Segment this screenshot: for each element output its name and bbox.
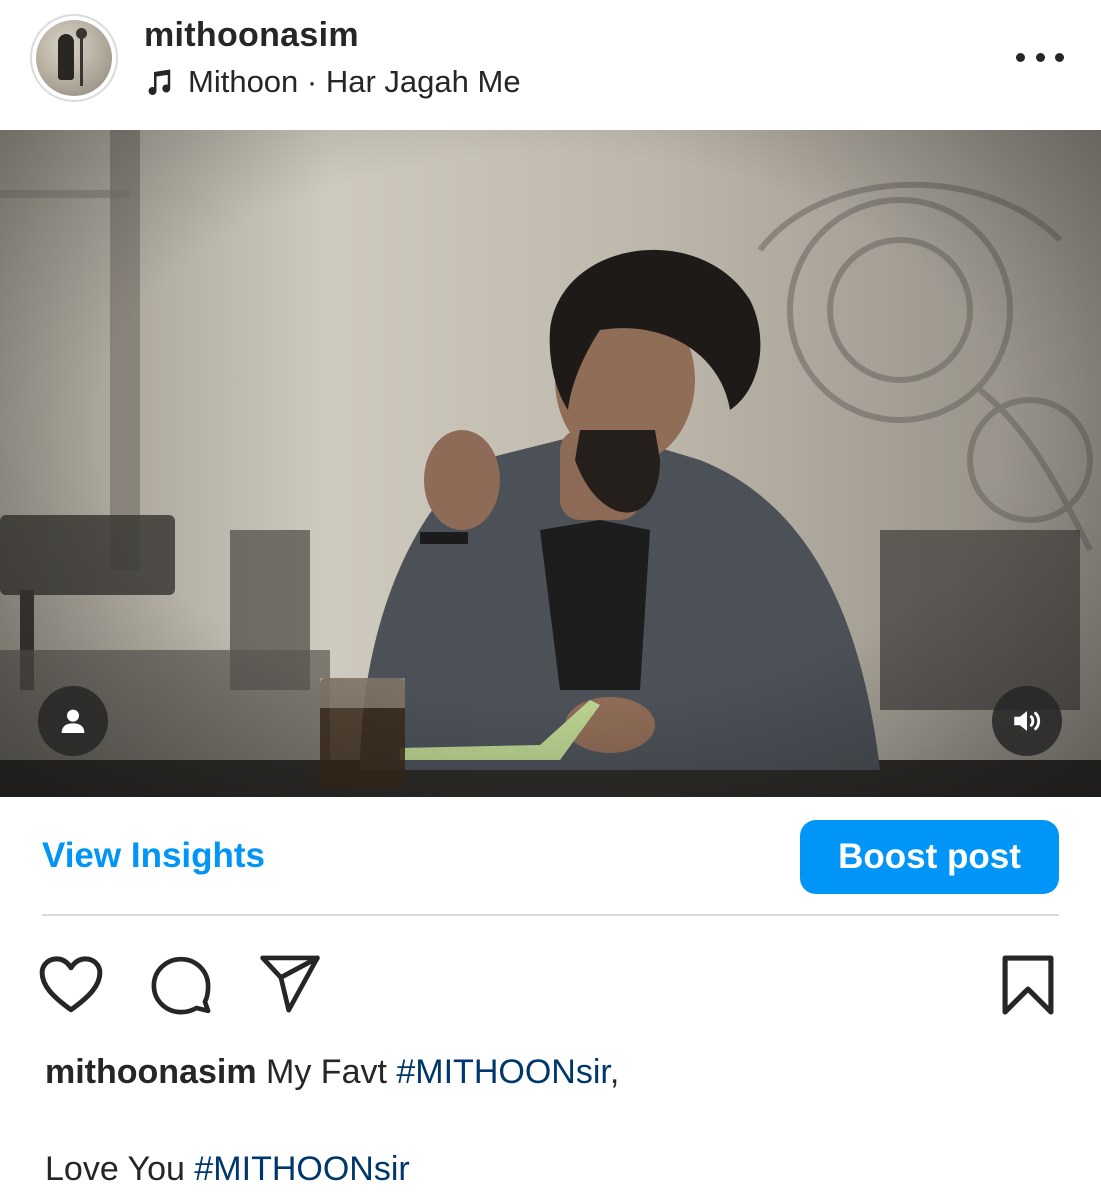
- divider: [42, 914, 1059, 916]
- more-options-icon[interactable]: [1016, 50, 1064, 64]
- person-icon: [61, 709, 85, 733]
- share-icon[interactable]: [258, 954, 322, 1014]
- avatar-image: [36, 20, 112, 96]
- caption-text: My Favt: [266, 1053, 397, 1091]
- boost-post-button[interactable]: Boost post: [800, 820, 1059, 894]
- speaker-icon: [1014, 711, 1041, 731]
- post-photo: [0, 130, 1101, 797]
- post-caption-line2: Love You #MITHOONsir: [45, 1147, 410, 1191]
- bookmark-icon[interactable]: [1000, 954, 1056, 1016]
- caption-punct: ,: [609, 1053, 620, 1091]
- post-username[interactable]: mithoonasim: [144, 16, 359, 55]
- post-caption: mithoonasim My Favt #MITHOONsir,: [45, 1050, 619, 1094]
- music-artist: Mithoon: [188, 64, 299, 99]
- caption-username[interactable]: mithoonasim: [45, 1053, 257, 1091]
- music-separator: ·: [298, 64, 326, 99]
- music-track: Har Jagah Me: [325, 64, 521, 99]
- heart-icon[interactable]: [38, 954, 104, 1016]
- caption-hashtag-2[interactable]: #MITHOONsir: [194, 1150, 409, 1188]
- post-image[interactable]: [0, 130, 1101, 797]
- tagged-users-button[interactable]: [38, 686, 108, 756]
- music-attribution[interactable]: Mithoon · Har Jagah Me: [144, 62, 521, 102]
- post-actions-bar: [0, 950, 1101, 1020]
- comment-icon[interactable]: [150, 954, 212, 1016]
- caption-line2-text: Love You: [45, 1150, 195, 1188]
- view-insights-link[interactable]: View Insights: [42, 836, 265, 876]
- sound-toggle-button[interactable]: [992, 686, 1062, 756]
- caption-hashtag[interactable]: #MITHOONsir: [396, 1053, 609, 1091]
- post-header: mithoonasim Mithoon · Har Jagah Me: [0, 0, 1101, 130]
- avatar[interactable]: [30, 14, 118, 102]
- music-note-icon: [148, 69, 171, 95]
